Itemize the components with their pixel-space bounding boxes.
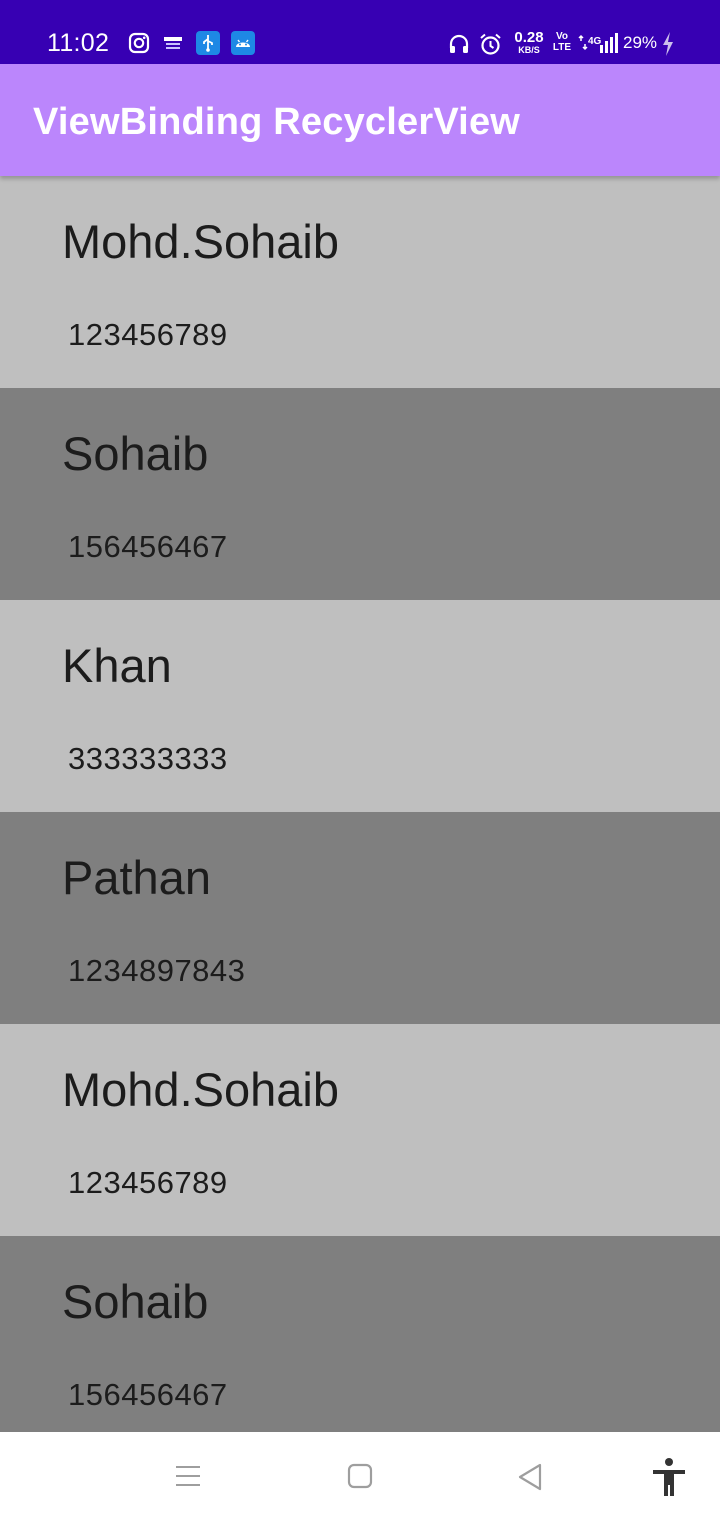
headphones-icon: [449, 34, 469, 53]
app-bar: ViewBinding RecyclerView: [0, 64, 720, 176]
item-name: Mohd.Sohaib: [62, 1063, 339, 1116]
list-item[interactable]: Mohd.Sohaib 123456789: [0, 176, 720, 388]
back-icon[interactable]: [516, 1462, 544, 1492]
list-item[interactable]: Mohd.Sohaib 123456789: [0, 1024, 720, 1236]
volte-bottom: LTE: [552, 42, 572, 53]
navigation-bar: [0, 1432, 720, 1520]
android-icon: [231, 31, 255, 55]
accessibility-icon[interactable]: [651, 1457, 687, 1497]
network-speed-unit: KB/S: [518, 45, 540, 55]
volte-indicator: Vo LTE: [552, 31, 572, 53]
item-name: Pathan: [62, 851, 211, 904]
app-notification-icon: [164, 37, 182, 49]
battery-percent: 29%: [623, 33, 658, 52]
list-item[interactable]: Sohaib 156456467: [0, 1236, 720, 1432]
list-item[interactable]: Pathan 1234897843: [0, 812, 720, 1024]
item-name: Sohaib: [62, 427, 209, 480]
item-name: Mohd.Sohaib: [62, 215, 339, 268]
instagram-icon: [128, 32, 150, 54]
usb-icon: [196, 31, 220, 55]
item-name: Khan: [62, 639, 172, 692]
app-title: ViewBinding RecyclerView: [33, 101, 521, 143]
list-item[interactable]: Khan 333333333: [0, 600, 720, 812]
item-phone: 123456789: [68, 1165, 228, 1200]
item-name: Sohaib: [62, 1275, 209, 1328]
home-icon[interactable]: [346, 1462, 374, 1490]
signal-icon: 4G: [578, 33, 618, 53]
item-phone: 123456789: [68, 317, 228, 352]
alarm-icon: [480, 33, 501, 55]
menu-icon[interactable]: [174, 1464, 202, 1488]
item-phone: 156456467: [68, 529, 228, 564]
network-speed-value: 0.28: [514, 29, 544, 46]
volte-top: Vo: [555, 31, 569, 42]
status-time: 11:02: [47, 29, 110, 57]
network-speed: 0.28 KB/S: [509, 30, 549, 55]
charging-icon: [663, 32, 673, 56]
list-item[interactable]: Sohaib 156456467: [0, 388, 720, 600]
recycler-list[interactable]: Mohd.Sohaib 123456789 Sohaib 156456467 K…: [0, 176, 720, 1432]
network-type: 4G: [588, 36, 602, 47]
item-phone: 333333333: [68, 741, 228, 776]
item-phone: 156456467: [68, 1377, 228, 1412]
status-bar: 11:02 0.28 KB/S Vo LTE 4G 29%: [0, 0, 720, 64]
item-phone: 1234897843: [68, 953, 246, 988]
